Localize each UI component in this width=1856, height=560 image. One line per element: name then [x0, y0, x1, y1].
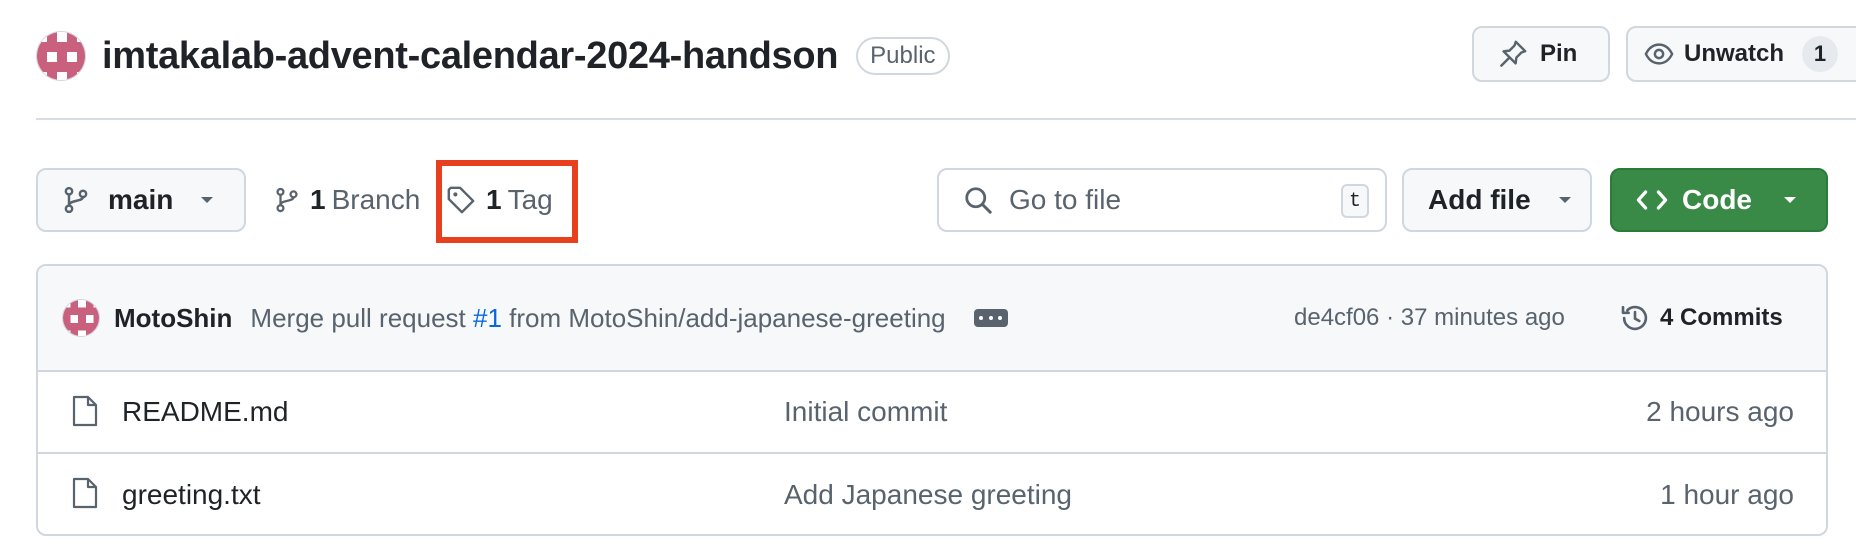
search-input[interactable]	[1009, 184, 1329, 216]
file-browser: MotoShin Merge pull request #1 from Moto…	[36, 264, 1828, 536]
keyboard-shortcut-hint: t	[1341, 184, 1369, 218]
commits-label: Commits	[1680, 304, 1783, 331]
commit-message[interactable]: Merge pull request #1 from MotoShin/add-…	[250, 303, 945, 334]
file-commit-message[interactable]: Initial commit	[784, 396, 947, 428]
commit-message-prefix: Merge pull request	[250, 302, 466, 333]
owner-avatar[interactable]	[36, 31, 86, 81]
caret-down-icon	[1558, 197, 1571, 203]
code-label: Code	[1682, 184, 1752, 215]
avatar[interactable]	[62, 299, 100, 337]
file-name[interactable]: greeting.txt	[122, 479, 261, 511]
eye-icon	[1644, 43, 1674, 65]
file-icon	[72, 395, 98, 427]
file-age: 1 hour ago	[1660, 479, 1794, 510]
expand-commit-message-button[interactable]	[973, 309, 1008, 327]
pull-request-link[interactable]: #1	[473, 303, 502, 333]
commit-author[interactable]: MotoShin	[114, 303, 232, 334]
caret-down-icon	[1784, 197, 1796, 203]
search-icon	[965, 187, 992, 214]
commit-sha[interactable]: de4cf06	[1294, 304, 1379, 332]
visibility-badge: Public	[856, 37, 950, 75]
go-to-file-search[interactable]: t	[937, 168, 1387, 232]
file-icon	[72, 477, 98, 509]
file-commit-message[interactable]: Add Japanese greeting	[784, 479, 1072, 511]
history-icon	[1621, 305, 1648, 331]
pin-button[interactable]: Pin	[1472, 26, 1610, 82]
repo-header: imtakalab-advent-calendar-2024-handson P…	[36, 28, 950, 84]
file-row: greeting.txt Add Japanese greeting 1 hou…	[38, 454, 1826, 534]
file-age: 2 hours ago	[1646, 396, 1794, 427]
highlight-annotation	[436, 160, 578, 243]
caret-down-icon	[201, 197, 214, 203]
commit-time: 37 minutes ago	[1400, 304, 1565, 331]
pin-label: Pin	[1540, 40, 1578, 67]
branch-name: main	[108, 184, 174, 215]
git-branch-icon	[276, 187, 298, 213]
branch-selector[interactable]: main	[36, 168, 246, 232]
add-file-label: Add file	[1428, 184, 1531, 215]
unwatch-button[interactable]: Unwatch 1	[1626, 26, 1856, 82]
code-icon	[1636, 190, 1668, 210]
add-file-button[interactable]: Add file	[1402, 168, 1592, 232]
identicon-icon	[63, 300, 99, 336]
commit-count: 4	[1660, 304, 1674, 331]
repo-name[interactable]: imtakalab-advent-calendar-2024-handson	[102, 35, 838, 78]
file-row: README.md Initial commit 2 hours ago	[38, 372, 1826, 454]
commit-message-suffix: from MotoShin/add-japanese-greeting	[509, 302, 946, 333]
watch-count: 1	[1802, 36, 1839, 72]
git-branch-icon	[64, 186, 88, 214]
unwatch-label: Unwatch	[1684, 40, 1785, 67]
commit-meta: de4cf06 · 37 minutes ago	[1294, 266, 1565, 370]
branches-link[interactable]: 1 Branch	[274, 168, 420, 232]
branch-label: Branch	[331, 184, 421, 215]
commits-link[interactable]: 4 Commits	[1620, 266, 1783, 370]
latest-commit-row: MotoShin Merge pull request #1 from Moto…	[38, 266, 1826, 372]
header-divider	[36, 118, 1856, 120]
branch-count: 1	[310, 184, 326, 215]
meta-separator: ·	[1386, 304, 1395, 331]
file-name[interactable]: README.md	[122, 396, 288, 428]
code-button[interactable]: Code	[1610, 168, 1828, 232]
pin-icon	[1500, 40, 1527, 67]
identicon-icon	[37, 32, 85, 80]
